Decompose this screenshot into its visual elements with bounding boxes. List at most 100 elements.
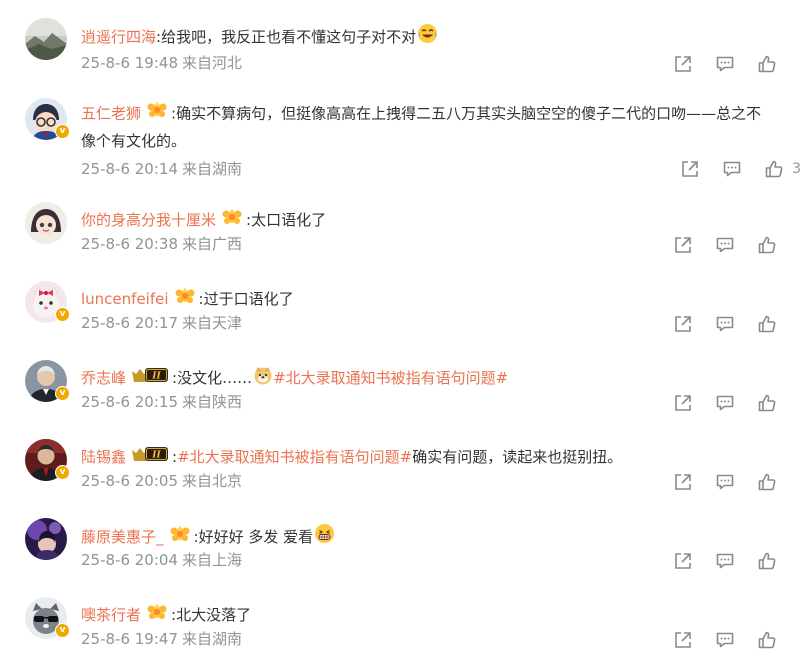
comment-actions [651, 234, 777, 256]
fan-badge-icon[interactable] [146, 100, 168, 128]
ip-location: 来自上海 [182, 551, 243, 569]
svg-text:II: II [151, 372, 161, 382]
ip-location: 来自湖南 [182, 630, 243, 648]
ip-location: 来自陕西 [182, 393, 243, 411]
username-link[interactable]: 五仁老狮 [81, 105, 141, 123]
ip-location: 来自天津 [182, 314, 243, 332]
comment-actions [651, 53, 777, 75]
comment-list: 逍遥行四海:给我吧，我反正也看不懂这句子对不对 25-8-6 19:48 来自河北 v… [0, 0, 801, 666]
comment-time: 25-8-6 20:05 [81, 472, 178, 490]
ip-location: 来自广西 [182, 235, 243, 253]
comment-body: 五仁老狮:确实不算病句，但挺像高高在上拽得二五八万其实头脑空空的傻子二代的口吻—… [81, 100, 771, 154]
comment-actions [651, 313, 777, 335]
username-link[interactable]: 藤原美惠子_ [81, 526, 164, 548]
comment-meta: 25-8-6 20:15 来自陕西 [81, 392, 481, 412]
grin-emoji [314, 523, 335, 550]
like-icon[interactable] [757, 393, 777, 413]
comment-body: 噢茶行者 :北大没落了 [81, 602, 781, 628]
like-icon[interactable]: 3 [764, 159, 801, 179]
fan-badge-icon[interactable] [221, 207, 243, 233]
avatar[interactable] [25, 202, 67, 244]
comment-actions [651, 471, 777, 493]
comment-meta: 25-8-6 20:38 来自广西 [81, 234, 481, 254]
reply-icon[interactable] [715, 314, 735, 334]
comment-body: 陆锡鑫 II: #北大录取通知书被指有语句问题# 确实有问题，读起来也挺别扭。 [81, 444, 781, 470]
comment-body: 藤原美惠子_ :好好好 多发 爱看 [81, 523, 781, 550]
comment-body: 乔志峰 II :没文化…… #北大录取通知书被指有语句问题# [81, 365, 781, 391]
comment-text: :过于口语化了 [198, 290, 294, 308]
crown-badge-icon[interactable]: II [131, 365, 169, 391]
comment-time: 25-8-6 20:15 [81, 393, 178, 411]
comment-text: :没文化…… [172, 369, 253, 387]
verified-icon: v [55, 623, 70, 638]
share-icon[interactable] [673, 393, 693, 413]
crown-badge-icon[interactable]: II [131, 444, 169, 470]
comment-meta: 25-8-6 20:17 来自天津 [81, 313, 481, 333]
topic-link[interactable]: #北大录取通知书被指有语句问题# [273, 367, 508, 389]
comment-text: 确实有问题，读起来也挺别扭。 [412, 448, 623, 466]
like-icon[interactable] [757, 314, 777, 334]
fan-badge-icon[interactable] [146, 602, 168, 628]
share-icon[interactable] [673, 472, 693, 492]
username-link[interactable]: 乔志峰 [81, 367, 126, 389]
like-icon[interactable] [757, 630, 777, 650]
verified-icon: v [55, 307, 70, 322]
ip-location: 来自北京 [182, 472, 243, 490]
ip-location: 来自湖南 [182, 160, 243, 178]
verified-icon: v [55, 465, 70, 480]
comment-text: :太口语化了 [246, 211, 327, 229]
reply-icon[interactable] [715, 551, 735, 571]
comment-text: :北大没落了 [171, 606, 252, 624]
reply-icon[interactable] [715, 472, 735, 492]
username-link[interactable]: 你的身高分我十厘米 [81, 209, 216, 231]
share-icon[interactable] [673, 54, 693, 74]
laugh-cry-emoji [417, 23, 438, 50]
comment-text: :确实不算病句，但挺像高高在上拽得二五八万其实头脑空空的傻子二代的口吻——总之不… [81, 104, 762, 151]
reply-icon[interactable] [722, 159, 742, 179]
like-icon[interactable] [757, 472, 777, 492]
username-link[interactable]: 陆锡鑫 [81, 446, 126, 468]
comment-actions [651, 392, 777, 414]
comment-actions: 3 [658, 158, 801, 180]
comment-time: 25-8-6 19:48 [81, 54, 178, 72]
comment-time: 25-8-6 19:47 [81, 630, 178, 648]
comment-meta: 25-8-6 19:48 来自河北 [81, 53, 481, 73]
avatar[interactable] [25, 18, 67, 60]
topic-link[interactable]: #北大录取通知书被指有语句问题# [177, 446, 412, 468]
share-icon[interactable] [673, 630, 693, 650]
comment-time: 25-8-6 20:14 [81, 160, 178, 178]
svg-text:II: II [151, 451, 161, 461]
share-icon[interactable] [673, 314, 693, 334]
verified-icon: v [55, 124, 70, 139]
comment-time: 25-8-6 20:17 [81, 314, 178, 332]
username-link[interactable]: 逍遥行四海 [81, 26, 156, 48]
like-icon[interactable] [757, 551, 777, 571]
like-icon[interactable] [757, 54, 777, 74]
fan-badge-icon[interactable] [169, 524, 191, 550]
share-icon[interactable] [680, 159, 700, 179]
comment-time: 25-8-6 20:38 [81, 235, 178, 253]
comment-meta: 25-8-6 20:05 来自北京 [81, 471, 481, 491]
reply-icon[interactable] [715, 54, 735, 74]
comment-text: :好好好 多发 爱看 [193, 527, 314, 546]
reply-icon[interactable] [715, 393, 735, 413]
comment-body: 你的身高分我十厘米 :太口语化了 [81, 207, 781, 233]
username-link[interactable]: luncenfeifei [81, 288, 169, 310]
comment-text: :给我吧，我反正也看不懂这句子对不对 [156, 27, 417, 46]
doge-emoji [253, 365, 273, 391]
comment-meta: 25-8-6 20:14 来自湖南 [81, 159, 481, 179]
share-icon[interactable] [673, 235, 693, 255]
comment-body: luncenfeifei :过于口语化了 [81, 286, 781, 312]
comment-actions [651, 629, 777, 651]
share-icon[interactable] [673, 551, 693, 571]
reply-icon[interactable] [715, 630, 735, 650]
comment-meta: 25-8-6 19:47 来自湖南 [81, 629, 481, 649]
verified-icon: v [55, 386, 70, 401]
username-link[interactable]: 噢茶行者 [81, 604, 141, 626]
comment-body: 逍遥行四海:给我吧，我反正也看不懂这句子对不对 [81, 23, 781, 50]
reply-icon[interactable] [715, 235, 735, 255]
comment-time: 25-8-6 20:04 [81, 551, 178, 569]
fan-badge-icon[interactable] [174, 286, 196, 312]
avatar[interactable] [25, 518, 67, 560]
like-icon[interactable] [757, 235, 777, 255]
